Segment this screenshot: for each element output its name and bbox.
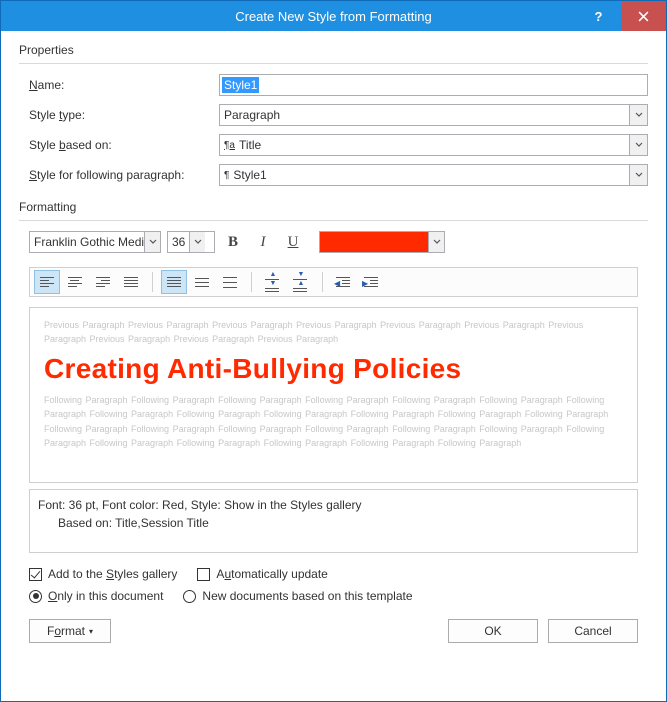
- dropdown-button[interactable]: [144, 232, 160, 252]
- align-right-button[interactable]: [90, 270, 116, 294]
- chevron-down-icon: [194, 239, 202, 245]
- based-on-value: Title: [239, 138, 261, 152]
- only-this-document-radio[interactable]: Only in this document: [29, 589, 163, 603]
- bold-button[interactable]: B: [221, 231, 245, 253]
- font-value: Franklin Gothic Medi: [30, 235, 144, 249]
- chevron-down-icon: [149, 239, 157, 245]
- formatting-toolbar-2: ▲▼ ▼▲ ◀ ▶: [29, 267, 638, 297]
- align-left-button[interactable]: [34, 270, 60, 294]
- following-row: Style for following paragraph: ¶ Style1: [19, 164, 648, 186]
- caret-down-icon: ▾: [89, 627, 93, 636]
- space-before-increase-button[interactable]: ▲▼: [260, 270, 286, 294]
- name-row: Name: Style1: [19, 74, 648, 96]
- preview-pane: Previous Paragraph Previous Paragraph Pr…: [29, 307, 638, 483]
- color-swatch: [320, 232, 428, 252]
- following-select[interactable]: ¶ Style1: [219, 164, 648, 186]
- italic-button[interactable]: I: [251, 231, 275, 253]
- properties-label: Properties: [19, 43, 648, 57]
- font-color-combo[interactable]: [319, 231, 445, 253]
- cancel-button[interactable]: Cancel: [548, 619, 638, 643]
- description-line-2: Based on: Title,Session Title: [38, 514, 629, 532]
- paragraph-icon: ¶a: [224, 140, 235, 151]
- separator: [251, 272, 252, 292]
- options-area: Add to the Styles gallery Automatically …: [19, 567, 648, 611]
- properties-divider: [19, 63, 648, 64]
- auto-update-checkbox[interactable]: Automatically update: [197, 567, 327, 581]
- sample-text: Creating Anti-Bullying Policies: [44, 353, 623, 385]
- chevron-down-icon: [635, 142, 643, 148]
- dropdown-button[interactable]: [428, 232, 444, 252]
- style-type-label: Style type:: [29, 108, 219, 122]
- dropdown-button[interactable]: [189, 232, 205, 252]
- radio-icon: [29, 590, 42, 603]
- checkbox-icon: [29, 568, 42, 581]
- chevron-down-icon: [635, 172, 643, 178]
- new-documents-label: New documents based on this template: [202, 589, 412, 603]
- dialog-window: Create New Style from Formatting ? Prope…: [0, 0, 667, 702]
- based-on-row: Style based on: ¶a Title: [19, 134, 648, 156]
- titlebar: Create New Style from Formatting ?: [1, 1, 666, 31]
- spacing-single-button[interactable]: [161, 270, 187, 294]
- description-line-1: Font: 36 pt, Font color: Red, Style: Sho…: [38, 496, 629, 514]
- style-type-select[interactable]: Paragraph: [219, 104, 648, 126]
- space-before-decrease-button[interactable]: ▼▲: [288, 270, 314, 294]
- style-type-value: Paragraph: [224, 108, 280, 122]
- dialog-content: Properties Name: Style1 Style type: Para…: [1, 31, 666, 701]
- following-label: Style for following paragraph:: [29, 168, 219, 182]
- paragraph-icon: ¶: [224, 170, 229, 181]
- add-to-gallery-checkbox[interactable]: Add to the Styles gallery: [29, 567, 177, 581]
- separator: [152, 272, 153, 292]
- formatting-label: Formatting: [19, 200, 648, 214]
- chevron-down-icon: [433, 239, 441, 245]
- footer-buttons: Format ▾ OK Cancel: [19, 611, 648, 643]
- increase-indent-button[interactable]: ▶: [359, 270, 385, 294]
- dialog-title: Create New Style from Formatting: [1, 9, 666, 24]
- font-combo[interactable]: Franklin Gothic Medi: [29, 231, 161, 253]
- based-on-select[interactable]: ¶a Title: [219, 134, 648, 156]
- following-paragraph-text: Following Paragraph Following Paragraph …: [44, 393, 623, 451]
- align-center-button[interactable]: [62, 270, 88, 294]
- format-button[interactable]: Format ▾: [29, 619, 111, 643]
- dropdown-button[interactable]: [629, 135, 647, 155]
- spacing-1-5-button[interactable]: [189, 270, 215, 294]
- name-label: Name:: [29, 78, 219, 92]
- following-value: Style1: [233, 168, 266, 182]
- checkbox-icon: [197, 568, 210, 581]
- titlebar-buttons: ?: [576, 1, 666, 31]
- based-on-label: Style based on:: [29, 138, 219, 152]
- new-documents-radio[interactable]: New documents based on this template: [183, 589, 412, 603]
- ok-button[interactable]: OK: [448, 619, 538, 643]
- style-type-row: Style type: Paragraph: [19, 104, 648, 126]
- spacing-double-button[interactable]: [217, 270, 243, 294]
- size-value: 36: [168, 235, 189, 249]
- description-box: Font: 36 pt, Font color: Red, Style: Sho…: [29, 489, 638, 553]
- decrease-indent-button[interactable]: ◀: [331, 270, 357, 294]
- size-combo[interactable]: 36: [167, 231, 215, 253]
- dropdown-button[interactable]: [629, 105, 647, 125]
- close-icon: [638, 11, 649, 22]
- align-justify-button[interactable]: [118, 270, 144, 294]
- radio-icon: [183, 590, 196, 603]
- underline-button[interactable]: U: [281, 231, 305, 253]
- separator: [322, 272, 323, 292]
- previous-paragraph-text: Previous Paragraph Previous Paragraph Pr…: [44, 318, 623, 347]
- formatting-divider: [19, 220, 648, 221]
- dropdown-button[interactable]: [629, 165, 647, 185]
- formatting-toolbar-1: Franklin Gothic Medi 36 B I U: [19, 231, 648, 253]
- name-input[interactable]: Style1: [219, 74, 648, 96]
- close-button[interactable]: [621, 1, 666, 31]
- chevron-down-icon: [635, 112, 643, 118]
- help-button[interactable]: ?: [576, 1, 621, 31]
